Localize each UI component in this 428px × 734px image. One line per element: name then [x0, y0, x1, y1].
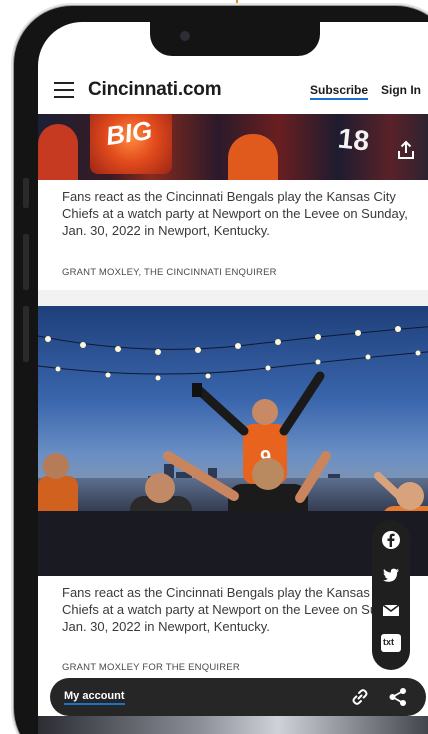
- subscribe-link[interactable]: Subscribe: [310, 83, 369, 100]
- twitter-icon[interactable]: [381, 565, 401, 585]
- gallery-photo-3: [38, 716, 428, 734]
- section-divider: [38, 290, 428, 306]
- photo-credit: GRANT MOXLEY, THE CINCINNATI ENQUIRER: [62, 267, 277, 278]
- text-message-icon[interactable]: txt: [381, 634, 401, 652]
- phone-side-button: [23, 178, 29, 208]
- photo-caption: Fans react as the Cincinnati Bengals pla…: [62, 189, 408, 238]
- social-share-rail: txt: [372, 520, 410, 670]
- photo-figure: [38, 124, 78, 180]
- my-account-link[interactable]: My account: [64, 690, 125, 705]
- page: Cincinnati.com Subscribe Sign In BIG 18 …: [0, 0, 428, 734]
- photo-credit: GRANT MOXLEY FOR THE ENQUIRER: [62, 662, 240, 673]
- photo-jersey-number: 18: [336, 122, 371, 157]
- phone-volume-down: [23, 306, 29, 362]
- account-bottom-bar: My account: [50, 678, 426, 716]
- site-logo[interactable]: Cincinnati.com: [88, 79, 222, 101]
- photo-sign-text: BIG: [104, 114, 155, 152]
- sign-in-link[interactable]: Sign In: [381, 83, 421, 97]
- gallery-photo-1: BIG 18: [38, 114, 428, 180]
- phone-volume-up: [23, 234, 29, 290]
- phone-screen: Cincinnati.com Subscribe Sign In BIG 18 …: [38, 22, 428, 734]
- link-icon[interactable]: [350, 687, 370, 707]
- facebook-icon[interactable]: [381, 530, 401, 550]
- site-header: Cincinnati.com Subscribe Sign In: [38, 68, 428, 114]
- photo-caption: Fans react as the Cincinnati Bengals pla…: [62, 585, 408, 634]
- gallery-photo-2: 9 7: [38, 306, 428, 576]
- phone-frame: Cincinnati.com Subscribe Sign In BIG 18 …: [14, 6, 428, 734]
- railing: [38, 511, 428, 576]
- menu-icon[interactable]: [54, 82, 74, 98]
- phone-notch: [150, 22, 320, 56]
- text-message-label: txt: [383, 637, 394, 647]
- photo-figure: [228, 134, 278, 180]
- share-icon[interactable]: [388, 687, 408, 707]
- email-icon[interactable]: [381, 600, 401, 620]
- share-upload-icon[interactable]: [396, 140, 416, 160]
- camera-icon: [180, 31, 190, 41]
